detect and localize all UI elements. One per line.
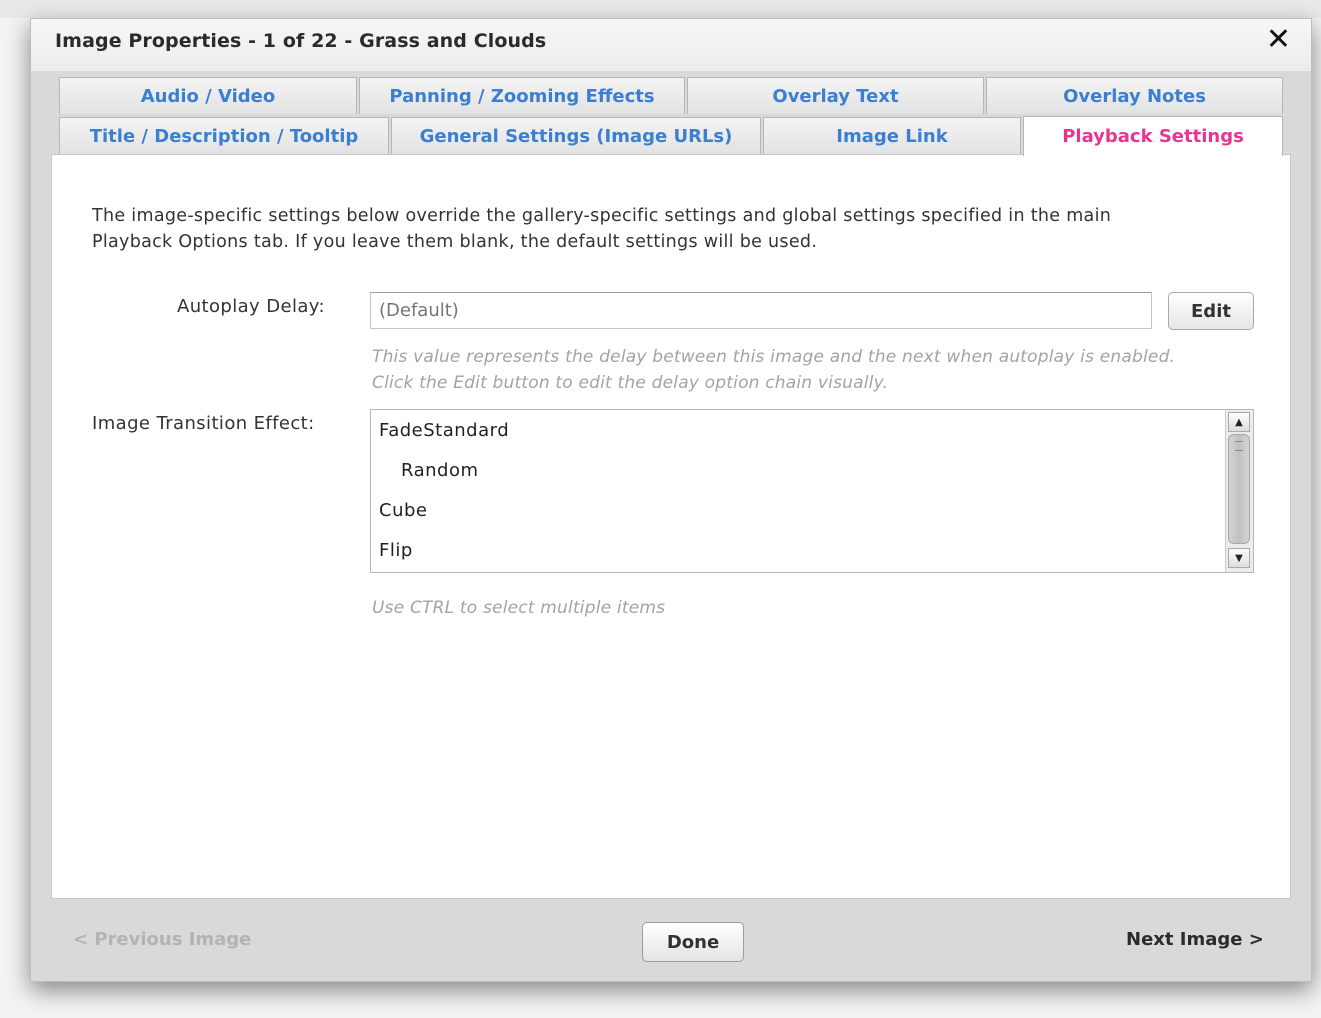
transition-hint: Use CTRL to select multiple items [372,598,666,618]
grip-icon [1235,441,1243,451]
dialog-title: Image Properties - 1 of 22 - Grass and C… [55,30,547,52]
autoplay-hint-line-2: Click the Edit button to edit the delay … [372,373,889,393]
background-gallery [0,0,1321,18]
tab-title-description-tooltip[interactable]: Title / Description / Tooltip [59,117,389,154]
listbox-scrollbar[interactable]: ▲ ▼ [1225,410,1253,572]
intro-line-2: Playback Options tab. If you leave them … [92,232,818,252]
scroll-down-arrow-icon[interactable]: ▼ [1228,548,1250,568]
image-transition-effect-label: Image Transition Effect: [92,413,315,434]
intro-line-1: The image-specific settings below overri… [92,206,1112,226]
done-button[interactable]: Done [642,922,744,962]
transition-effect-listbox[interactable]: FadeStandard Random Cube Flip ▲ ▼ [370,409,1254,573]
tab-image-link[interactable]: Image Link [763,117,1021,154]
tab-playback-settings[interactable]: Playback Settings [1023,116,1283,156]
close-icon[interactable]: ✕ [1266,25,1291,55]
autoplay-delay-label: Autoplay Delay: [177,296,325,317]
tab-general-settings[interactable]: General Settings (Image URLs) [391,117,761,154]
tab-audio-video[interactable]: Audio / Video [59,77,357,114]
intro-text: The image-specific settings below overri… [92,203,1252,255]
scrollbar-thumb[interactable] [1228,434,1250,544]
edit-button[interactable]: Edit [1168,292,1254,330]
playback-settings-panel: The image-specific settings below overri… [51,154,1291,899]
autoplay-hint: This value represents the delay between … [372,344,1175,396]
next-image-link[interactable]: Next Image > [1126,929,1264,950]
list-item[interactable]: FadeStandard [379,420,509,441]
autoplay-delay-input[interactable] [370,292,1152,329]
scroll-up-arrow-icon[interactable]: ▲ [1228,412,1250,432]
dialog-titlebar: Image Properties - 1 of 22 - Grass and C… [31,19,1311,71]
tab-panning-zooming-effects[interactable]: Panning / Zooming Effects [359,77,685,114]
tab-overlay-notes[interactable]: Overlay Notes [986,77,1283,114]
list-item[interactable]: Flip [379,540,413,561]
autoplay-hint-line-1: This value represents the delay between … [372,347,1176,367]
tab-overlay-text[interactable]: Overlay Text [687,77,984,114]
list-item[interactable]: Random [401,460,479,481]
previous-image-link[interactable]: < Previous Image [73,929,251,950]
image-properties-dialog: Image Properties - 1 of 22 - Grass and C… [30,18,1312,982]
list-item[interactable]: Cube [379,500,427,521]
